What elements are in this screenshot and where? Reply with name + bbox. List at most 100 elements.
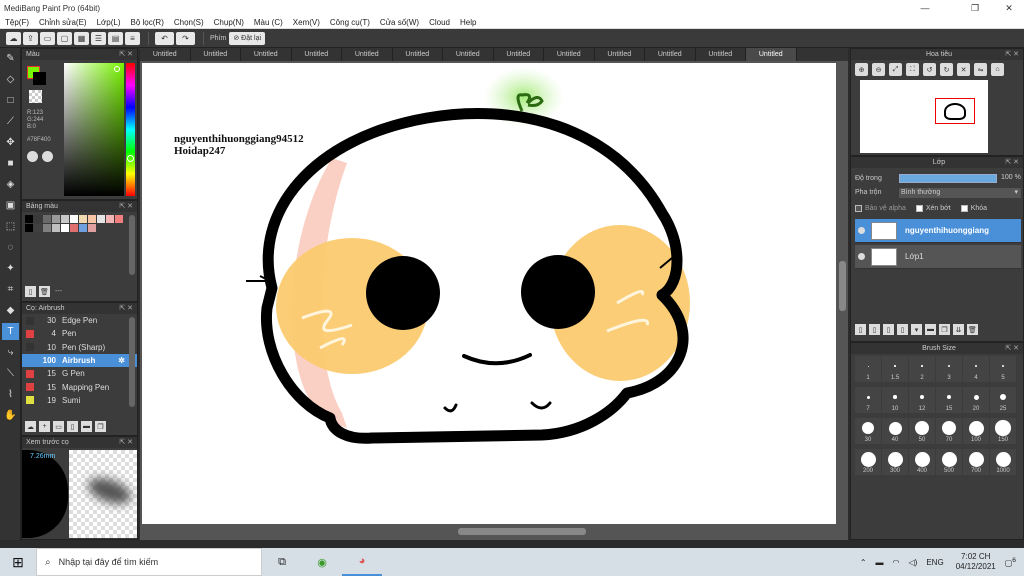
menu-edit[interactable]: Chỉnh sửa(E) — [34, 18, 92, 27]
menu-select[interactable]: Chọn(S) — [169, 18, 209, 27]
background-color-swatch[interactable] — [33, 72, 46, 85]
vertical-scrollbar[interactable] — [839, 261, 846, 311]
brush-size-option[interactable]: 10 — [882, 387, 908, 413]
palette-swatch[interactable] — [61, 224, 69, 232]
palette-swatch[interactable] — [97, 215, 105, 223]
brush-size-option[interactable]: 20 — [963, 387, 989, 413]
panel-float-icon[interactable]: ⇱ ✕ — [1005, 49, 1019, 60]
menu-icon[interactable]: ≡ — [125, 31, 140, 45]
brush-size-option[interactable]: 70 — [936, 418, 962, 444]
brush-size-option[interactable]: 1.5 — [882, 356, 908, 382]
brush-item[interactable]: 15 G Pen — [22, 367, 137, 380]
text-tool-icon[interactable]: T — [2, 323, 19, 340]
folder-icon[interactable]: ▬ — [925, 324, 936, 335]
upload-icon[interactable]: ⇪ — [23, 31, 38, 45]
document-tab[interactable]: Untitled — [191, 48, 241, 61]
brush-size-option[interactable]: 3 — [936, 356, 962, 382]
brush-size-option[interactable]: 400 — [909, 449, 935, 475]
panel-float-icon[interactable]: ⇱ ✕ — [119, 49, 133, 60]
brush-size-option[interactable]: 700 — [963, 449, 989, 475]
eye-icon[interactable] — [858, 253, 865, 260]
palette-swatch[interactable] — [70, 215, 78, 223]
windows-start-icon[interactable]: ⊞ — [0, 548, 36, 576]
brush-size-option[interactable]: 12 — [909, 387, 935, 413]
comment-icon[interactable]: ▭ — [40, 31, 55, 45]
hue-slider-handle[interactable] — [127, 155, 134, 162]
document-tab[interactable]: Untitled — [393, 48, 443, 61]
add-layer-menu-icon[interactable]: ▾ — [911, 324, 922, 335]
panel-float-icon[interactable]: ⇱ ✕ — [1005, 343, 1019, 354]
actual-size-icon[interactable]: ⛶ — [906, 63, 919, 76]
duplicate-icon[interactable]: ❐ — [95, 421, 106, 432]
brush-size-option[interactable]: 500 — [936, 449, 962, 475]
palette-swatch[interactable] — [34, 215, 42, 223]
brush-size-option[interactable]: 25 — [990, 387, 1016, 413]
magic-wand-tool-icon[interactable]: ✦ — [2, 260, 19, 277]
folder-icon[interactable]: ▬ — [81, 421, 92, 432]
palette-swatch[interactable] — [79, 215, 87, 223]
brush-size-option[interactable]: 4 — [963, 356, 989, 382]
saturation-value-picker[interactable] — [64, 63, 124, 196]
brush-settings-icon[interactable]: ▭ — [53, 421, 64, 432]
cloud-brush-icon[interactable]: ☁ — [25, 421, 36, 432]
brush-tool-icon[interactable]: ✎ — [2, 50, 19, 67]
hand-tool-icon[interactable]: ✋ — [2, 407, 19, 424]
sv-picker-cursor[interactable] — [114, 66, 120, 72]
document-tab[interactable]: Untitled — [595, 48, 645, 61]
menu-file[interactable]: Tệp(F) — [0, 18, 34, 27]
new-palette-icon[interactable]: ▯ — [25, 286, 36, 297]
cloud-icon[interactable]: ☁ — [6, 31, 21, 45]
document-tab[interactable]: Untitled — [443, 48, 494, 61]
palette-swatch[interactable] — [43, 215, 51, 223]
palette-swatch[interactable] — [79, 224, 87, 232]
medibang-app-icon[interactable]: ◕ — [342, 548, 382, 576]
brush-settings-icon[interactable]: ✲ — [118, 356, 125, 365]
delete-palette-icon[interactable]: 🗑 — [39, 286, 50, 297]
rectangle-tool-icon[interactable]: □ — [2, 92, 19, 109]
eraser-tool-icon[interactable]: ◇ — [2, 71, 19, 88]
clipping-checkbox[interactable]: Xén bớt — [915, 205, 951, 212]
chat-icon[interactable]: ▢ — [57, 31, 72, 45]
add-brush-icon[interactable]: + — [39, 421, 50, 432]
palette-swatch[interactable] — [61, 215, 69, 223]
copy-brush-icon[interactable]: ▯ — [67, 421, 78, 432]
notification-icon[interactable]: ▢6 — [1005, 557, 1016, 568]
undo-button[interactable]: ↶ — [155, 31, 174, 45]
menu-tools[interactable]: Công cụ(T) — [325, 18, 375, 27]
document-tab[interactable]: Untitled — [645, 48, 696, 61]
rotate-left-icon[interactable]: ↺ — [923, 63, 936, 76]
palette-swatch[interactable] — [106, 215, 114, 223]
document-tab[interactable]: Untitled — [241, 48, 292, 61]
navigator-viewport[interactable] — [935, 98, 975, 124]
eyedropper-tool-icon[interactable]: ⌇ — [2, 386, 19, 403]
document-tab[interactable]: Untitled — [292, 48, 342, 61]
lasso-tool-icon[interactable]: ◌ — [2, 239, 19, 256]
palette-swatch[interactable] — [25, 215, 33, 223]
brush-size-option[interactable]: 30 — [855, 418, 881, 444]
line-tool-icon[interactable]: ⟋ — [2, 113, 19, 130]
fill-rect-tool-icon[interactable]: ■ — [2, 155, 19, 172]
document-tab[interactable]: Untitled — [746, 48, 797, 61]
new-8bit-layer-icon[interactable]: ▯ — [883, 324, 894, 335]
merge-layer-icon[interactable]: ⇊ — [953, 324, 964, 335]
brush-scrollbar[interactable] — [129, 317, 135, 407]
navigator-thumbnail[interactable] — [860, 80, 988, 153]
protect-alpha-checkbox[interactable]: Bảo vệ alpha — [855, 205, 906, 212]
color-wheel-icon[interactable] — [27, 151, 38, 162]
task-view-icon[interactable]: ⧉ — [262, 548, 302, 576]
blend-mode-select[interactable]: Bình thường ▾ — [899, 188, 1021, 198]
brush-item[interactable]: 4 Pen — [22, 327, 137, 340]
brush-size-option[interactable]: 300 — [882, 449, 908, 475]
palette-swatch[interactable] — [34, 224, 42, 232]
layer-row[interactable]: Lớp1 — [855, 245, 1021, 269]
layer-row[interactable]: nguyenthihuonggiang — [855, 219, 1021, 243]
palette-scrollbar[interactable] — [129, 215, 135, 275]
menu-filter[interactable]: Bộ lọc(R) — [126, 18, 169, 27]
document-tab[interactable]: Untitled — [342, 48, 393, 61]
list-icon[interactable]: ☰ — [91, 31, 106, 45]
minimize-button[interactable]: — — [910, 0, 940, 16]
divide-tool-icon[interactable]: ⟍ — [2, 365, 19, 382]
menu-cloud[interactable]: Cloud — [424, 18, 455, 27]
brush-size-option[interactable]: 100 — [963, 418, 989, 444]
palette-swatch[interactable] — [88, 215, 96, 223]
